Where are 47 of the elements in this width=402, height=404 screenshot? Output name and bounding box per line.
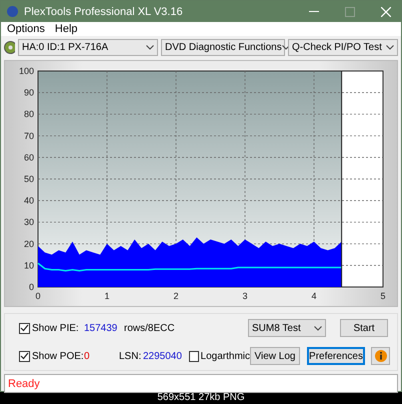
status-text: Ready [8, 378, 40, 390]
view-log-button[interactable]: View Log [250, 347, 300, 365]
close-icon[interactable] [381, 6, 391, 16]
pie-count: 157439 [84, 322, 118, 334]
y-tick-label: 70 [24, 130, 34, 141]
x-tick-label: 3 [242, 291, 248, 301]
y-tick-label: 20 [24, 238, 34, 249]
image-caption: 569x551 27kb PNG [156, 392, 246, 404]
y-tick-label: 30 [24, 217, 34, 228]
test-dropdown[interactable]: Q-Check PI/PO Test [288, 38, 398, 56]
preferences-button[interactable]: Preferences [307, 347, 365, 365]
unit-label: rows/8ECC [124, 322, 176, 334]
y-tick-label: 100 [18, 66, 34, 76]
x-tick-label: 0 [36, 291, 40, 301]
drive-dropdown[interactable]: HA:0 ID:1 PX-716A [18, 38, 158, 56]
y-tick-label: 0 [28, 282, 34, 292]
checkbox-label[interactable]: Show PIE: [32, 322, 79, 334]
poe-count: 0 [84, 350, 91, 362]
lsn-label: LSN: [119, 350, 142, 362]
checkbox-label[interactable]: Show POE: [32, 350, 84, 362]
x-tick-label: 1 [104, 291, 110, 301]
caret-icon [386, 44, 394, 50]
checkbox[interactable] [189, 350, 199, 362]
start-button[interactable]: Start [340, 319, 388, 337]
y-tick-label: 90 [24, 88, 34, 98]
x-tick-label: 4 [312, 291, 316, 301]
function-dropdown[interactable]: DVD Diagnostic Functions [161, 38, 285, 56]
menu-item[interactable]: Help [54, 23, 78, 35]
x-tick-label: 2 [174, 291, 178, 301]
caret-icon [314, 326, 322, 330]
y-tick-label: 10 [24, 260, 34, 270]
lsn-value: 2295040 [143, 350, 183, 362]
info-button[interactable] [371, 347, 390, 365]
menu-item[interactable]: Options [7, 23, 45, 35]
window-title: PlexTools Professional XL V3.16 [24, 6, 184, 18]
y-tick-label: 80 [24, 109, 34, 120]
y-tick-label: 60 [24, 152, 34, 162]
test-mode-dropdown[interactable]: SUM8 Test [248, 319, 326, 337]
caret-icon [282, 44, 290, 50]
checkbox[interactable] [19, 322, 30, 334]
checkbox-label[interactable]: Logarthmic [200, 350, 250, 362]
y-tick-label: 50 [24, 174, 34, 184]
checkbox[interactable] [19, 350, 30, 362]
caret-icon [146, 44, 154, 50]
app-icon [7, 6, 18, 17]
x-tick-label: 5 [380, 291, 386, 301]
y-tick-label: 40 [24, 196, 34, 206]
